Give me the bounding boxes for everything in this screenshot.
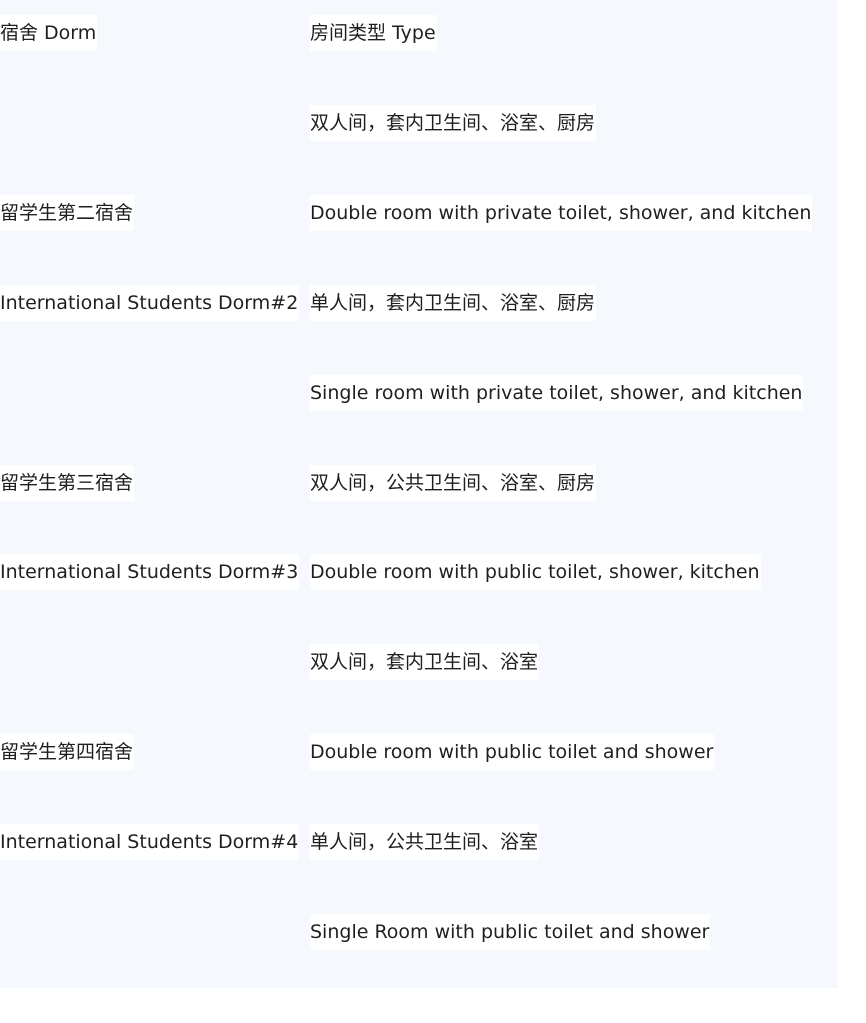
room-type-item: Double room with private toilet, shower,… [310, 195, 813, 231]
room-type-item: Single Room with public toilet and showe… [310, 914, 711, 950]
room-type-item: Single room with private toilet, shower,… [310, 375, 804, 411]
dorm-name-cn: 留学生第二宿舍 [0, 195, 135, 231]
room-type-item: 双人间，套内卫生间、浴室 [310, 644, 540, 680]
dorm-column-header: 宿舍 Dorm [0, 15, 98, 51]
room-type-column-header: 房间类型 Type [310, 15, 437, 51]
dorm-room-table: 宿舍 Dorm 留学生第二宿舍 International Students D… [0, 0, 838, 988]
dorm-name-en: International Students Dorm#4 [0, 824, 300, 860]
room-type-item: 双人间，套内卫生间、浴室、厨房 [310, 105, 597, 141]
room-type-item: Double room with public toilet, shower, … [310, 554, 761, 590]
room-type-item: 单人间，套内卫生间、浴室、厨房 [310, 285, 597, 321]
room-type-item: 单人间，公共卫生间、浴室 [310, 824, 540, 860]
dorm-name-cn: 留学生第四宿舍 [0, 734, 135, 770]
dorm-name-cn: 留学生第三宿舍 [0, 465, 135, 501]
room-type-item: 双人间，公共卫生间、浴室、厨房 [310, 465, 597, 501]
dorm-name-en: International Students Dorm#3 [0, 554, 300, 590]
dorm-name-en: International Students Dorm#2 [0, 285, 300, 321]
room-type-item: Double room with public toilet and showe… [310, 734, 715, 770]
